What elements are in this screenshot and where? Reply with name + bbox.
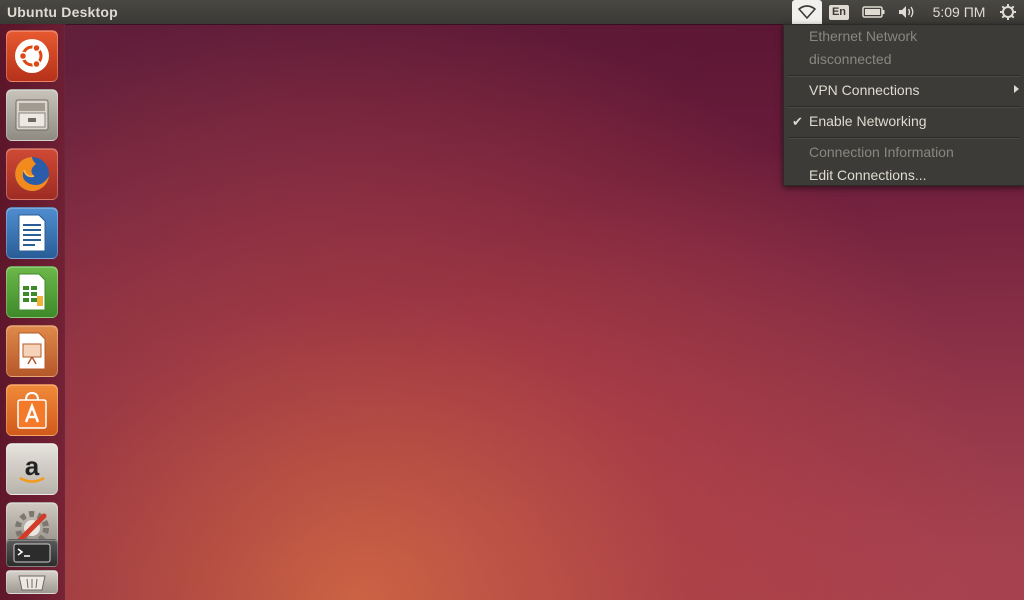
submenu-arrow-icon xyxy=(1014,85,1019,93)
top-panel: Ubuntu Desktop En 5:09 ПМ xyxy=(0,0,1024,24)
menu-separator xyxy=(788,106,1020,108)
svg-text:a: a xyxy=(25,451,40,481)
launcher-item-libreoffice-impress[interactable] xyxy=(6,325,58,377)
keyboard-language-indicator[interactable]: En xyxy=(828,0,850,24)
launcher-item-amazon[interactable]: a xyxy=(6,443,58,495)
enable-networking-menu-item[interactable]: Enable Networking xyxy=(809,113,927,129)
file-cabinet-icon xyxy=(15,99,49,131)
shopping-bag-icon xyxy=(17,391,47,429)
launcher-item-libreoffice-calc[interactable] xyxy=(6,266,58,318)
edit-connections-menu-item[interactable]: Edit Connections... xyxy=(809,167,927,183)
impress-icon xyxy=(18,332,46,370)
launcher: a xyxy=(0,24,65,600)
language-label: En xyxy=(828,4,850,20)
menu-separator xyxy=(788,75,1020,77)
ethernet-status-label: disconnected xyxy=(809,51,892,67)
terminal-icon xyxy=(13,543,51,563)
launcher-item-dash-home[interactable] xyxy=(6,30,58,82)
checkmark-icon: ✔ xyxy=(792,114,803,129)
calc-icon xyxy=(18,273,46,311)
network-menu: Ethernet Network disconnected VPN Connec… xyxy=(783,24,1024,186)
writer-icon xyxy=(18,214,46,252)
ubuntu-logo-icon xyxy=(15,39,49,73)
session-indicator[interactable] xyxy=(996,0,1020,24)
battery-icon xyxy=(862,6,885,18)
network-indicator[interactable] xyxy=(792,0,822,24)
launcher-item-trash[interactable] xyxy=(6,570,58,594)
launcher-item-libreoffice-writer[interactable] xyxy=(6,207,58,259)
launcher-item-terminal[interactable] xyxy=(6,539,58,567)
speaker-icon xyxy=(899,6,914,18)
launcher-item-software-center[interactable] xyxy=(6,384,58,436)
sound-indicator[interactable] xyxy=(894,0,920,24)
menu-separator xyxy=(788,137,1020,139)
battery-indicator[interactable] xyxy=(860,0,888,24)
firefox-icon xyxy=(15,157,49,191)
clock-indicator[interactable]: 5:09 ПМ xyxy=(926,0,992,24)
trash-icon xyxy=(18,575,46,591)
ethernet-network-label: Ethernet Network xyxy=(809,28,918,44)
launcher-item-firefox[interactable] xyxy=(6,148,58,200)
wifi-icon xyxy=(798,5,816,19)
window-title: Ubuntu Desktop xyxy=(7,4,118,20)
power-gear-icon xyxy=(1000,4,1016,20)
vpn-connections-menu-item[interactable]: VPN Connections xyxy=(809,82,920,98)
connection-information-menu-item: Connection Information xyxy=(809,144,954,160)
launcher-item-files[interactable] xyxy=(6,89,58,141)
amazon-icon: a xyxy=(19,451,45,483)
